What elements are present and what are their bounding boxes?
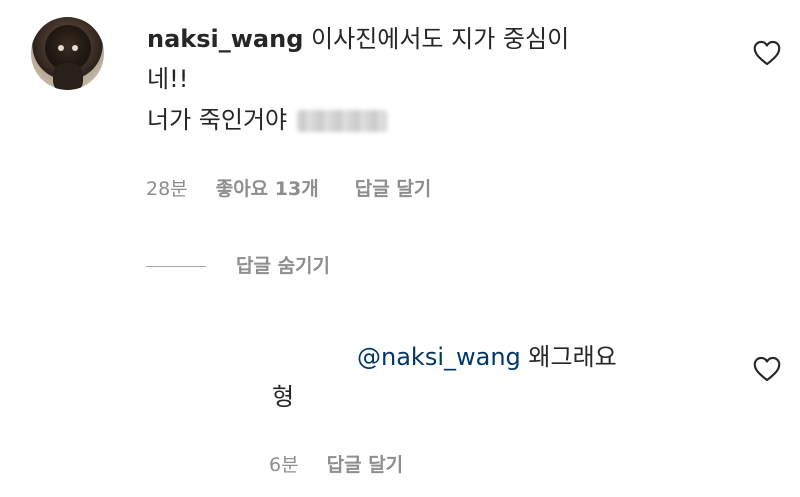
- avatar-eye-right: [72, 45, 78, 51]
- comment-meta: 28분 좋아요 13개 답글 달기: [146, 176, 431, 202]
- comment-text-line3: 너가 죽인거야: [147, 103, 388, 137]
- hide-replies-button[interactable]: 답글 숨기기: [146, 253, 330, 279]
- reply-text-line1: @naksi_wang 왜그래요: [357, 340, 617, 374]
- hide-replies-label: 답글 숨기기: [236, 255, 331, 277]
- reply-time: 6분: [269, 454, 299, 476]
- comment-text-line1: naksi_wang 이사진에서도 지가 중심이: [147, 22, 569, 56]
- reply-meta: 6분 답글 달기: [269, 452, 403, 478]
- reply-reply-button[interactable]: 답글 달기: [327, 454, 404, 476]
- reply-mention-link[interactable]: @naksi_wang: [357, 343, 521, 371]
- avatar-body: [53, 63, 83, 90]
- comment-text-part3: 너가 죽인거야: [147, 106, 288, 134]
- avatar-eye-left: [58, 45, 64, 51]
- comment-text-part1: 이사진에서도 지가 중심이: [311, 25, 570, 53]
- blurred-text: [297, 110, 388, 132]
- comment-text-line2: 네!!: [147, 65, 189, 93]
- comment-likes[interactable]: 좋아요 13개: [216, 178, 319, 200]
- reply-text-line2: 형: [272, 383, 295, 411]
- reply-text-part1: 왜그래요: [528, 343, 617, 371]
- heart-icon[interactable]: [753, 356, 781, 382]
- avatar[interactable]: [31, 17, 104, 90]
- comment-reply-button[interactable]: 답글 달기: [355, 178, 432, 200]
- divider: [146, 266, 206, 267]
- heart-icon[interactable]: [753, 40, 781, 66]
- comment-username[interactable]: naksi_wang: [147, 25, 303, 53]
- comment-time: 28분: [146, 178, 188, 200]
